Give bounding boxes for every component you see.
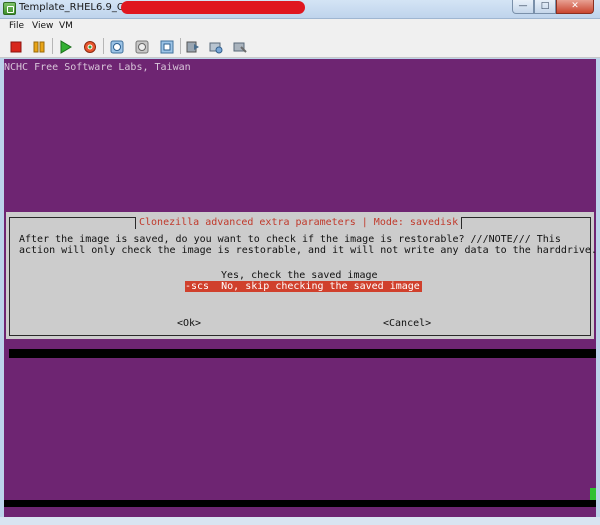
- send-keys-icon[interactable]: [186, 39, 200, 53]
- dialog-message: After the image is saved, do you want to…: [19, 234, 596, 256]
- dialog-frame: Clonezilla advanced extra parameters | M…: [9, 217, 596, 336]
- vmware-app-icon: [3, 2, 16, 15]
- reset-icon[interactable]: [83, 39, 97, 53]
- dialog-shadow-bar: [9, 349, 596, 358]
- console-bottom-bar: [4, 500, 596, 507]
- console-cursor: [590, 488, 596, 500]
- toolbar-separator: [52, 38, 53, 54]
- window-controls: — □ ✕: [512, 0, 594, 15]
- toolbar: [0, 35, 600, 58]
- stop-icon[interactable]: [9, 39, 23, 53]
- vm-console[interactable]: NCHC Free Software Labs, Taiwan Clonezil…: [4, 59, 596, 517]
- pause-icon[interactable]: [32, 39, 46, 53]
- cancel-button[interactable]: <Cancel>: [383, 318, 431, 329]
- option-label: No, skip checking the saved image: [221, 281, 420, 292]
- minimize-button[interactable]: —: [512, 0, 534, 14]
- window-titlebar: Template_RHEL6.9_OS_x64 — □ ✕: [0, 0, 600, 19]
- wrench-icon[interactable]: [233, 39, 247, 53]
- revert-snapshot-icon[interactable]: [135, 39, 149, 54]
- option-skip-check[interactable]: -scs No, skip checking the saved image: [185, 281, 422, 292]
- menu-file[interactable]: File: [9, 21, 24, 31]
- menu-vm[interactable]: VM: [59, 21, 73, 31]
- clonezilla-dialog: Clonezilla advanced extra parameters | M…: [6, 212, 596, 339]
- snapshot-icon[interactable]: [110, 39, 124, 54]
- option-label: Yes, check the saved image: [221, 270, 378, 281]
- toolbar-separator: [180, 38, 181, 54]
- dialog-message-line-2: action will only check the image is rest…: [19, 245, 596, 256]
- ok-button[interactable]: <Ok>: [177, 318, 201, 329]
- menu-bar: File View VM: [0, 19, 600, 35]
- menu-view[interactable]: View: [32, 21, 53, 31]
- settings-icon[interactable]: [209, 39, 223, 54]
- dialog-title: Clonezilla advanced extra parameters | M…: [135, 217, 463, 229]
- toolbar-separator: [103, 38, 104, 54]
- redacted-region: [121, 1, 305, 14]
- console-header-text: NCHC Free Software Labs, Taiwan: [4, 62, 191, 73]
- maximize-button[interactable]: □: [534, 0, 556, 14]
- close-button[interactable]: ✕: [556, 0, 594, 14]
- dialog-message-line-1: After the image is saved, do you want to…: [19, 234, 561, 245]
- snapshot-manager-icon[interactable]: [160, 39, 174, 54]
- option-check-image[interactable]: Yes, check the saved image: [221, 270, 378, 281]
- status-bar: [0, 517, 600, 525]
- option-tag: -scs: [185, 281, 210, 292]
- play-icon[interactable]: [58, 39, 72, 54]
